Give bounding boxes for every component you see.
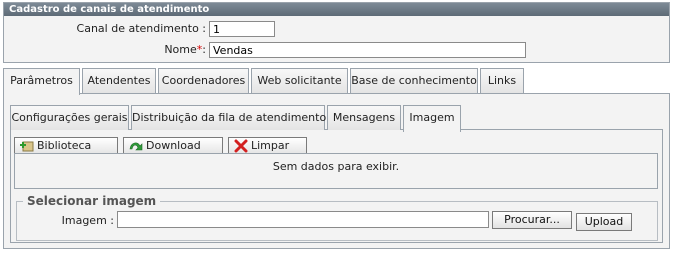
nome-colon: : [202,43,206,56]
nome-label: Nome*: [100,42,206,58]
imagem-label: Imagem : [61,214,114,227]
selecionar-imagem-legend: Selecionar imagem [27,194,157,208]
image-grid: Sem dados para exibir. [14,153,658,189]
tab-links[interactable]: Links [480,68,524,93]
tab-parametros[interactable]: Parâmetros [3,68,80,95]
nome-input[interactable] [209,42,526,58]
biblioteca-label: Biblioteca [37,139,92,152]
tab-imagem[interactable]: Imagem [403,105,461,132]
tab-base-de-conhecimento[interactable]: Base de conhecimento [350,68,478,93]
download-label: Download [146,139,201,152]
tab-coordenadores[interactable]: Coordenadores [158,68,249,93]
canal-input[interactable] [209,21,275,37]
panel-title: Cadastro de canais de atendimento [4,3,669,16]
empty-message: Sem dados para exibir. [272,160,400,173]
tab-atendentes[interactable]: Atendentes [82,68,156,93]
download-icon [128,139,144,153]
download-button[interactable]: Download [123,137,223,154]
tab-web-solicitante[interactable]: Web solicitante [251,68,348,93]
upload-button[interactable]: Upload [576,213,632,231]
canal-label: Canal de atendimento : [76,22,206,35]
imagem-file-input[interactable] [117,211,489,228]
tab-mensagens[interactable]: Mensagens [327,105,401,130]
biblioteca-button[interactable]: Biblioteca [14,137,118,154]
tab-distribuicao-fila[interactable]: Distribuição da fila de atendimento [131,105,326,130]
limpar-label: Limpar [251,139,290,152]
procurar-button[interactable]: Procurar... [492,211,572,229]
delete-icon [233,139,249,153]
limpar-button[interactable]: Limpar [228,137,307,154]
nome-label-text: Nome [164,43,197,56]
add-icon [19,139,35,153]
tab-configuracoes-gerais[interactable]: Configurações gerais [10,105,129,130]
